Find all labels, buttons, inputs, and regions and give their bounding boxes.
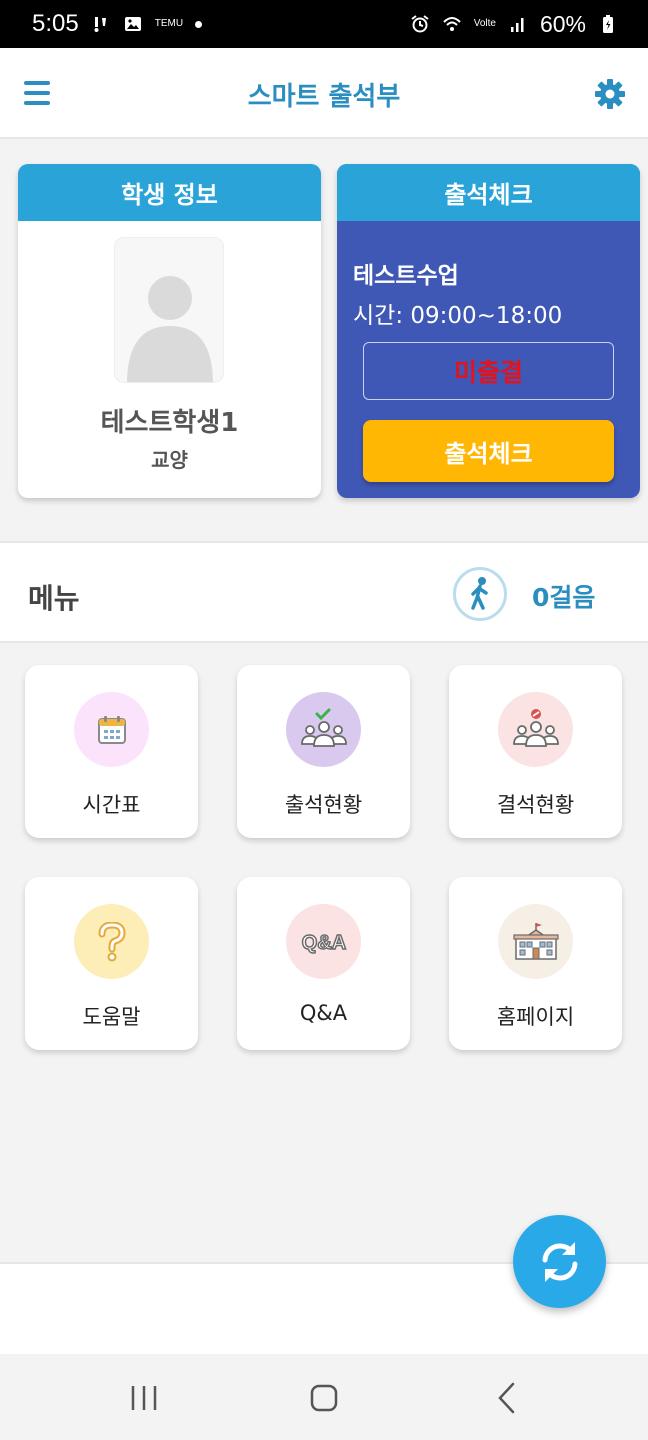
step-count: 0걸음: [532, 583, 596, 612]
menu-bar: 메뉴 0걸음: [0, 541, 648, 643]
tile-label: 홈페이지: [496, 1005, 575, 1029]
tile-label: 결석현황: [496, 793, 575, 817]
temu-icon: TEMU: [154, 18, 184, 29]
image-icon: [124, 17, 141, 31]
status-bar: 5:05 TEMU Volte 60%: [0, 0, 648, 48]
calendar-icon: [74, 692, 149, 767]
attendance-group-icon: [286, 692, 361, 767]
avatar: [114, 237, 224, 383]
page-title: 스마트 출석부: [247, 82, 401, 112]
battery-percent: 60%: [539, 10, 586, 37]
tile-label: 시간표: [82, 793, 141, 817]
student-name: 테스트학생1: [100, 408, 239, 438]
student-card-header: 학생 정보: [18, 164, 321, 221]
attendance-status: 미출결: [363, 342, 614, 400]
attendance-card: 출석체크 테스트수업 시간: 09:00~18:00 미출결 출석체크: [337, 164, 640, 498]
volte-label: Volte: [473, 18, 496, 29]
tile-help[interactable]: 도움말: [25, 877, 198, 1050]
student-info-card: 학생 정보 테스트학생1 교양: [18, 164, 321, 498]
dot-icon: [195, 20, 203, 28]
alarm-icon: [411, 15, 429, 33]
absence-group-icon: [498, 692, 573, 767]
tile-absence-status[interactable]: 결석현황: [449, 665, 622, 838]
signal-icon: [510, 18, 524, 32]
class-time: 시간: 09:00~18:00: [353, 303, 563, 329]
tile-label: Q&A: [299, 1001, 348, 1025]
home-icon[interactable]: [304, 1378, 344, 1418]
status-time: 5:05: [32, 10, 79, 37]
menu-label: 메뉴: [28, 582, 80, 615]
tile-label: 도움말: [82, 1005, 141, 1029]
refresh-icon: [542, 1241, 577, 1282]
qna-icon: Q&A: [286, 904, 361, 979]
school-building-icon: [498, 904, 573, 979]
status-right: Volte 60%: [410, 11, 618, 38]
tile-label: 출석현황: [284, 793, 363, 817]
tile-qna[interactable]: Q&A Q&A: [237, 877, 410, 1050]
wifi-icon: [442, 17, 461, 31]
student-dept: 교양: [151, 448, 188, 472]
attendance-check-button[interactable]: 출석체크: [363, 420, 614, 482]
walking-icon: [453, 567, 507, 621]
refresh-button[interactable]: [513, 1215, 606, 1308]
back-icon[interactable]: [487, 1378, 527, 1418]
system-nav-bar: [0, 1354, 648, 1440]
status-left: 5:05 TEMU: [32, 10, 203, 38]
svg-text:Q&A: Q&A: [301, 932, 345, 954]
attendance-card-header: 출석체크: [337, 164, 640, 221]
app-header: 스마트 출석부: [0, 48, 648, 139]
person-icon: [127, 276, 213, 382]
missed-call-icon: [94, 17, 106, 32]
tile-homepage[interactable]: 홈페이지: [449, 877, 622, 1050]
gear-icon[interactable]: [592, 76, 628, 112]
question-icon: [74, 904, 149, 979]
battery-icon: [603, 15, 613, 33]
class-name: 테스트수업: [353, 263, 459, 289]
tile-timetable[interactable]: 시간표: [25, 665, 198, 838]
recent-apps-icon[interactable]: [124, 1378, 164, 1418]
tile-attendance-status[interactable]: 출석현황: [237, 665, 410, 838]
